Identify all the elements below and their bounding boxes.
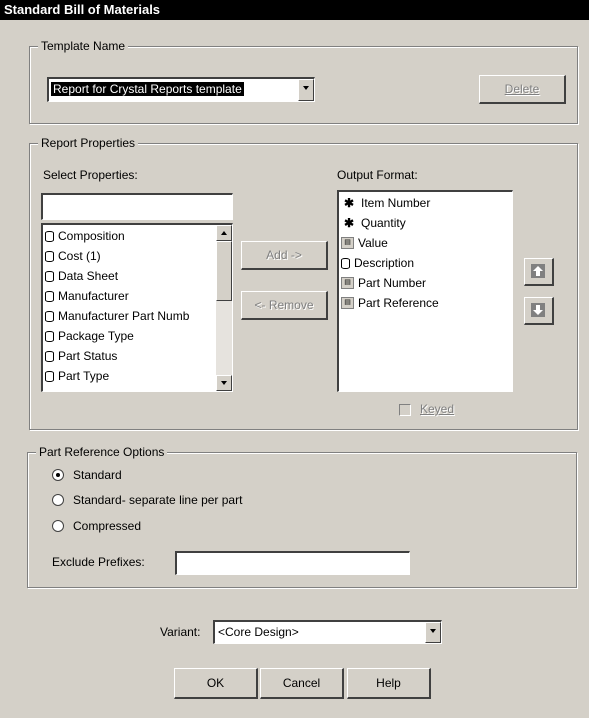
template-dropdown-button[interactable] xyxy=(298,79,314,101)
available-properties-items: Composition Cost (1) Data Sheet Manufacture… xyxy=(43,225,216,391)
available-property-item[interactable]: Part Status xyxy=(45,346,117,366)
keyed-label: Keyed xyxy=(420,402,455,416)
delete-button[interactable]: Delete xyxy=(479,75,566,104)
remove-button[interactable]: <- Remove xyxy=(241,291,328,320)
available-properties-list[interactable]: Composition Cost (1) Data Sheet Manufacture… xyxy=(41,223,233,392)
output-format-item[interactable]: ✱ Quantity xyxy=(341,213,406,233)
arrow-up-icon xyxy=(531,264,545,278)
radio-standard-separate-label: Standard- separate line per part xyxy=(73,493,243,507)
variant-dropdown-button[interactable] xyxy=(425,622,441,643)
help-button-label: Help xyxy=(376,676,401,690)
database-icon xyxy=(45,371,54,382)
available-property-item[interactable]: Part Type xyxy=(45,366,109,386)
available-property-label: Manufacturer xyxy=(58,289,129,303)
database-icon xyxy=(45,231,54,242)
database-icon xyxy=(341,258,350,269)
available-property-item[interactable]: Manufacturer xyxy=(45,286,129,306)
chevron-down-icon xyxy=(430,629,436,633)
property-value-icon: ▤ xyxy=(341,297,354,309)
available-property-label: Part Status xyxy=(58,349,118,363)
arrow-down-icon xyxy=(531,303,545,317)
variant-label: Variant: xyxy=(160,625,201,639)
move-down-button[interactable] xyxy=(524,297,554,325)
cancel-button[interactable]: Cancel xyxy=(260,668,344,699)
output-format-label: Part Reference xyxy=(358,296,439,310)
output-format-item[interactable]: Description xyxy=(341,253,414,273)
radio-standard-separate[interactable] xyxy=(52,494,64,506)
radio-standard[interactable] xyxy=(52,469,64,481)
available-property-label: Composition xyxy=(58,229,125,243)
output-format-label: Description xyxy=(354,256,415,270)
available-property-item[interactable]: Package Type xyxy=(45,326,134,346)
report-properties-label: Report Properties xyxy=(38,135,139,151)
delete-button-label: Delete xyxy=(504,82,540,96)
chevron-down-icon xyxy=(303,86,309,90)
template-selected-value: Report for Crystal Reports template xyxy=(51,82,244,96)
variant-value: <Core Design> xyxy=(218,625,299,639)
template-name-label: Template Name xyxy=(38,38,129,54)
keyed-checkbox[interactable] xyxy=(399,404,411,416)
available-property-label: Data Sheet xyxy=(58,269,119,283)
move-up-button[interactable] xyxy=(524,258,554,286)
available-property-label: Manufacturer Part Numb xyxy=(58,309,190,323)
output-format-label: Part Number xyxy=(358,276,427,290)
select-properties-label: Select Properties: xyxy=(43,168,138,182)
database-icon xyxy=(45,331,54,342)
available-property-label: Package Type xyxy=(58,329,134,343)
add-button[interactable]: Add -> xyxy=(241,241,328,270)
radio-compressed[interactable] xyxy=(52,520,64,532)
property-search-input[interactable] xyxy=(41,193,233,220)
chevron-up-icon xyxy=(221,231,227,235)
database-icon xyxy=(45,291,54,302)
output-format-label: Quantity xyxy=(361,216,406,230)
available-properties-scrollbar[interactable] xyxy=(216,225,232,391)
property-value-icon: ▤ xyxy=(341,237,354,249)
database-icon xyxy=(45,351,54,362)
output-format-label: Item Number xyxy=(361,196,431,210)
available-property-item[interactable]: Manufacturer Part Numb xyxy=(45,306,189,326)
available-property-label: Part Type xyxy=(58,369,110,383)
database-icon xyxy=(45,271,54,282)
exclude-prefixes-label: Exclude Prefixes: xyxy=(52,555,145,569)
ok-button[interactable]: OK xyxy=(174,668,258,699)
chevron-down-icon xyxy=(221,381,227,385)
output-format-item[interactable]: ▤ Part Reference xyxy=(341,293,439,313)
radio-standard-label: Standard xyxy=(73,468,122,482)
output-format-item[interactable]: ✱ Item Number xyxy=(341,193,430,213)
remove-button-label: <- Remove xyxy=(254,298,314,312)
available-property-item[interactable]: Cost (1) xyxy=(45,246,101,266)
exclude-prefixes-input[interactable] xyxy=(175,551,410,575)
database-icon xyxy=(45,251,54,262)
available-property-item[interactable]: Data Sheet xyxy=(45,266,118,286)
output-format-item[interactable]: ▤ Value xyxy=(341,233,388,253)
scroll-thumb[interactable] xyxy=(216,241,232,301)
output-format-item[interactable]: ▤ Part Number xyxy=(341,273,426,293)
star-icon: ✱ xyxy=(343,196,355,210)
property-value-icon: ▤ xyxy=(341,277,354,289)
add-button-label: Add -> xyxy=(266,248,302,262)
output-format-list[interactable]: ✱ Item Number ✱ Quantity ▤ Value Description ▤ P… xyxy=(337,190,513,392)
output-format-items: ✱ Item Number ✱ Quantity ▤ Value Description ▤ P… xyxy=(339,192,512,391)
template-select[interactable]: Report for Crystal Reports template xyxy=(47,77,315,102)
part-reference-label: Part Reference Options xyxy=(36,444,168,460)
radio-compressed-label: Compressed xyxy=(73,519,142,533)
output-format-label: Value xyxy=(358,236,388,250)
star-icon: ✱ xyxy=(343,216,355,230)
scroll-down-button[interactable] xyxy=(216,375,232,391)
variant-select[interactable]: <Core Design> xyxy=(213,620,442,644)
output-format-label: Output Format: xyxy=(337,168,418,182)
available-property-label: Cost (1) xyxy=(58,249,101,263)
scroll-up-button[interactable] xyxy=(216,225,232,241)
database-icon xyxy=(45,311,54,322)
cancel-button-label: Cancel xyxy=(282,676,321,690)
window-title: Standard Bill of Materials xyxy=(0,0,589,20)
available-property-item[interactable]: Composition xyxy=(45,226,125,246)
ok-button-label: OK xyxy=(206,676,225,690)
help-button[interactable]: Help xyxy=(347,668,431,699)
bom-dialog: Standard Bill of Materials Template Name… xyxy=(0,0,589,718)
